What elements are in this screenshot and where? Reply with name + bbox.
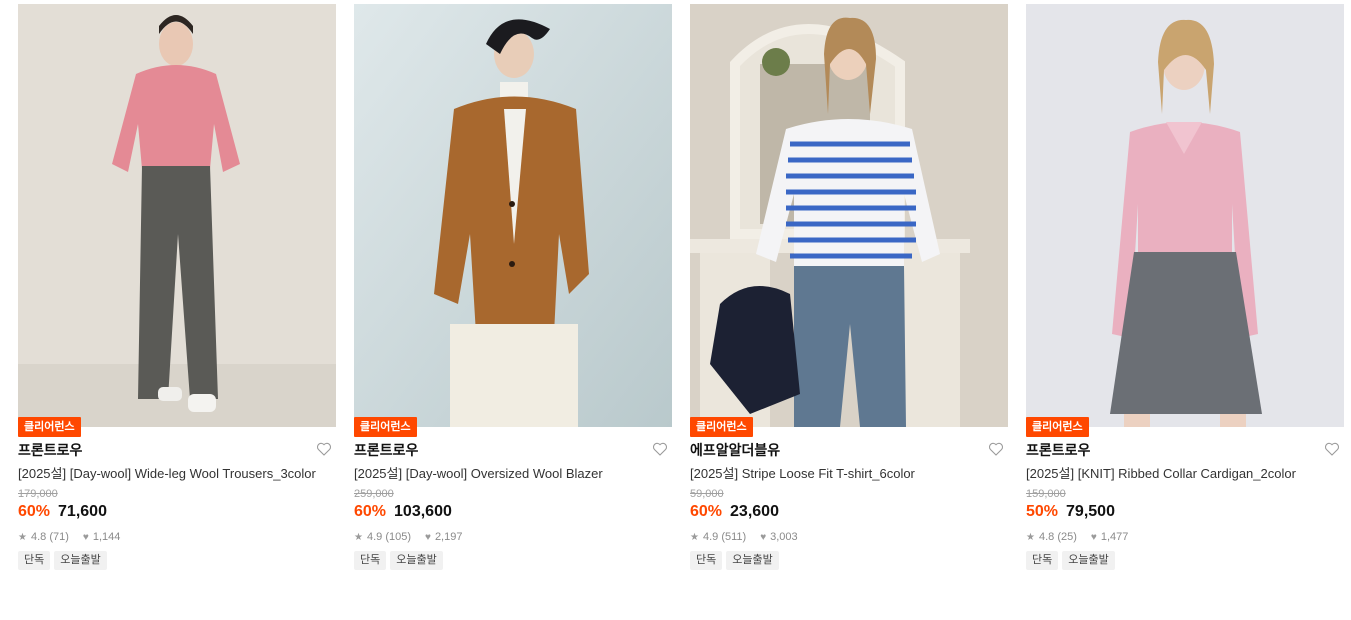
brand-name[interactable]: 에프알알더블유 xyxy=(690,440,780,460)
clearance-badge: 클리어런스 xyxy=(1026,417,1089,437)
heart-icon[interactable] xyxy=(1324,441,1342,459)
tag-exclusive: 단독 xyxy=(354,551,387,570)
sale-price: 23,600 xyxy=(730,503,779,520)
product-title[interactable]: [2025설] [Day-wool] Oversized Wool Blazer xyxy=(354,465,672,483)
product-image[interactable] xyxy=(354,4,672,427)
tag-same-day: 오늘출발 xyxy=(54,551,107,570)
product-title[interactable]: [2025설] Stripe Loose Fit T-shirt_6color xyxy=(690,465,1008,483)
sale-price: 71,600 xyxy=(58,503,107,520)
discount-rate: 50% xyxy=(1026,503,1059,520)
original-price: 259,000 xyxy=(354,488,394,500)
sale-price: 103,600 xyxy=(394,503,452,520)
product-card[interactable]: 클리어런스 프론트로우 [2025설] [Day-wool] Oversized… xyxy=(354,4,672,570)
product-grid: 클리어런스 프론트로우 [2025설] [Day-wool] Wide-leg … xyxy=(18,4,1344,570)
sale-price: 79,500 xyxy=(1066,503,1115,520)
tag-exclusive: 단독 xyxy=(690,551,723,570)
tag-same-day: 오늘출발 xyxy=(1062,551,1115,570)
rating: 4.8 (71) xyxy=(30,531,69,543)
star-icon: ★ xyxy=(18,531,27,543)
star-icon: ★ xyxy=(1026,531,1035,543)
heart-filled-icon: ♥ xyxy=(760,531,767,543)
product-card[interactable]: 클리어런스 에프알알더블유 [2025설] Stripe Loose Fit T… xyxy=(690,4,1008,570)
clearance-badge: 클리어런스 xyxy=(18,417,81,437)
brand-name[interactable]: 프론트로우 xyxy=(1026,440,1090,460)
discount-rate: 60% xyxy=(18,503,51,520)
product-image[interactable] xyxy=(1026,4,1344,427)
star-icon: ★ xyxy=(690,531,699,543)
discount-rate: 60% xyxy=(354,503,387,520)
tag-exclusive: 단독 xyxy=(18,551,51,570)
product-card[interactable]: 클리어런스 프론트로우 [2025설] [KNIT] Ribbed Collar… xyxy=(1026,4,1344,570)
heart-filled-icon: ♥ xyxy=(82,531,89,543)
heart-icon[interactable] xyxy=(316,441,334,459)
heart-filled-icon: ♥ xyxy=(1090,531,1097,543)
product-title[interactable]: [2025설] [Day-wool] Wide-leg Wool Trouser… xyxy=(18,465,336,483)
original-price: 179,000 xyxy=(18,488,58,500)
heart-filled-icon: ♥ xyxy=(425,531,431,543)
discount-rate: 60% xyxy=(690,503,723,520)
product-title[interactable]: [2025설] [KNIT] Ribbed Collar Cardigan_2c… xyxy=(1026,465,1344,483)
tag-same-day: 오늘출발 xyxy=(390,551,443,570)
original-price: 159,000 xyxy=(1026,488,1066,500)
like-count: 1,144 xyxy=(92,531,121,543)
rating: 4.9 (511) xyxy=(702,531,747,543)
product-image[interactable] xyxy=(18,4,336,427)
tag-same-day: 오늘출발 xyxy=(726,551,779,570)
like-count: 2,197 xyxy=(434,531,463,543)
brand-name[interactable]: 프론트로우 xyxy=(354,440,418,460)
product-image[interactable] xyxy=(690,4,1008,427)
clearance-badge: 클리어런스 xyxy=(690,417,753,437)
product-card[interactable]: 클리어런스 프론트로우 [2025설] [Day-wool] Wide-leg … xyxy=(18,4,336,570)
like-count: 1,477 xyxy=(1100,531,1129,543)
tag-exclusive: 단독 xyxy=(1026,551,1059,570)
like-count: 3,003 xyxy=(770,531,798,543)
original-price: 59,000 xyxy=(690,488,724,500)
clearance-badge: 클리어런스 xyxy=(354,417,417,437)
star-icon: ★ xyxy=(354,531,363,543)
brand-name[interactable]: 프론트로우 xyxy=(18,440,82,460)
rating: 4.9 (105) xyxy=(366,531,411,543)
rating: 4.8 (25) xyxy=(1038,531,1077,543)
heart-icon[interactable] xyxy=(652,441,670,459)
heart-icon[interactable] xyxy=(988,441,1006,459)
